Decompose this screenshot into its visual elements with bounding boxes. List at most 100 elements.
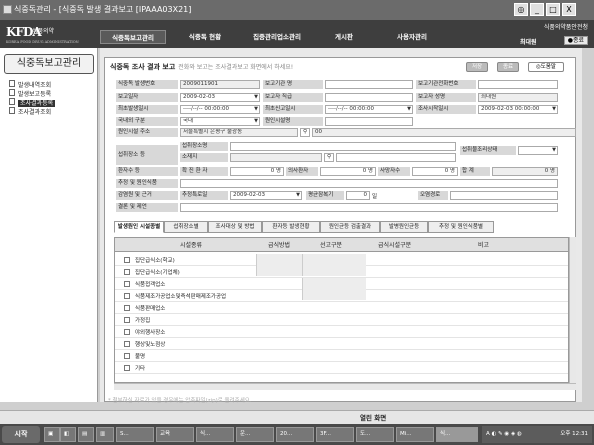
row-checkbox[interactable]	[124, 353, 130, 359]
taskbar-item[interactable]: 식...	[196, 427, 234, 442]
taskbar-item[interactable]: ▣	[44, 427, 60, 442]
help-button[interactable]: ◎도움말	[528, 62, 564, 72]
taskbar-item-active[interactable]: 식...	[436, 427, 478, 442]
search-icon[interactable]: ⚲	[324, 153, 334, 162]
table-row[interactable]: 기타	[115, 362, 568, 374]
table-row[interactable]: 야외행사장소	[115, 326, 568, 338]
est-date-field[interactable]: 2009-02-03	[230, 191, 302, 200]
intake-place-field[interactable]	[230, 142, 456, 151]
reporter-name-field[interactable]: 최대원	[478, 93, 558, 102]
location-detail-field[interactable]	[336, 153, 456, 162]
tab-detection-result[interactable]: 원인균등 검출결과	[320, 221, 380, 233]
total-field: 0 명	[492, 167, 558, 176]
table-row[interactable]: 가정집	[115, 314, 568, 326]
tab-patient-status[interactable]: 환자등 발생현황	[262, 221, 320, 233]
first-report-field[interactable]: ----/--/-- 00:00:00	[325, 105, 413, 114]
label-incubation: 평균잠복기	[306, 191, 344, 200]
sidebar-item-result-register[interactable]: 조사결과등록	[9, 98, 56, 107]
taskbar-item[interactable]: 운...	[236, 427, 274, 442]
agency-phone-field[interactable]	[478, 80, 558, 89]
label-domestic: 국내외 구분	[116, 117, 178, 126]
route-field[interactable]	[450, 191, 558, 200]
row-checkbox[interactable]	[124, 341, 130, 347]
table-row[interactable]: 식품판매업소	[115, 302, 568, 314]
start-button[interactable]: 시작	[2, 426, 40, 443]
taskbar-item[interactable]: 3F...	[316, 427, 354, 442]
taskbar-item[interactable]: Mi...	[396, 427, 434, 442]
confirmed-field[interactable]: 0 명	[230, 167, 284, 176]
table-row[interactable]: 불명	[115, 350, 568, 362]
location-field[interactable]	[230, 153, 322, 162]
conclusion-field[interactable]	[180, 203, 558, 212]
sidebar-item-occurrence-register[interactable]: 발생보고등록	[9, 89, 51, 98]
tab-cause-bacteria[interactable]: 발병원인균등	[380, 221, 428, 233]
taskbar-item[interactable]: ◧	[60, 427, 76, 442]
grid-cell[interactable]	[302, 254, 366, 276]
search-icon[interactable]: ⚲	[300, 128, 310, 137]
domestic-select[interactable]: 국내	[180, 117, 260, 126]
vertical-scrollbar[interactable]	[569, 237, 576, 383]
tray-icons[interactable]: A ◐ ✎ ◉ ◈ ◍	[486, 431, 522, 437]
agency-field[interactable]	[325, 80, 413, 89]
deaths-field[interactable]: 0 명	[412, 167, 458, 176]
grid-cell[interactable]	[302, 278, 366, 300]
suspected-field[interactable]: 0 명	[320, 167, 376, 176]
row-checkbox[interactable]	[124, 305, 130, 311]
taskbar-item[interactable]: ▥	[96, 427, 114, 442]
start-date-field[interactable]: 2009-02-03 00:00:00	[478, 105, 558, 114]
case-no-field[interactable]: 2009011901	[180, 80, 260, 89]
close-window-button[interactable]: X	[562, 3, 576, 16]
minimize-button[interactable]: _	[530, 3, 544, 16]
table-row[interactable]: 행상및노점상	[115, 338, 568, 350]
address-field[interactable]: 서울특별시 은평구 불광동	[180, 128, 298, 137]
grid-cell[interactable]	[256, 254, 302, 276]
taskbar-item[interactable]: 20...	[276, 427, 314, 442]
row-checkbox[interactable]	[124, 317, 130, 323]
window-titlebar: 식중독관리 - [식중독 발생 결과보고 [IPAAA03X21]	[0, 0, 594, 20]
row-checkbox[interactable]	[124, 269, 130, 275]
row-checkbox[interactable]	[124, 365, 130, 371]
cooking-state-select[interactable]	[518, 146, 558, 155]
save-button[interactable]: 저장	[466, 62, 488, 72]
label-first-report: 최초신고일시	[263, 105, 323, 114]
label-total: 합 계	[460, 167, 490, 176]
nav-focus-management[interactable]: 집중관리업소관리	[244, 30, 310, 44]
tab-intake-place[interactable]: 섭취장소별	[164, 221, 208, 233]
label-deaths: 사망자수	[378, 167, 410, 176]
tab-food-cause[interactable]: 추정 및 원인식품별	[428, 221, 494, 233]
label-location: 소재지	[180, 153, 228, 162]
document-icon	[9, 80, 15, 87]
facility-field[interactable]	[325, 117, 413, 126]
taskbar-item[interactable]: 도...	[356, 427, 394, 442]
taskbar-item[interactable]: ▤	[78, 427, 94, 442]
extra-button[interactable]: ◎	[514, 3, 528, 16]
taskbar-item[interactable]: 교육	[156, 427, 194, 442]
label-patients: 환자수 등	[116, 167, 178, 176]
logout-button[interactable]: ●종료	[563, 36, 588, 45]
row-checkbox[interactable]	[124, 329, 130, 335]
row-checkbox[interactable]	[124, 257, 130, 263]
document-icon	[9, 107, 15, 114]
nav-status[interactable]: 식중독 현황	[172, 30, 238, 44]
nav-board[interactable]: 게시판	[316, 30, 372, 44]
reporter-rank-field[interactable]	[325, 93, 413, 102]
document-icon	[9, 89, 15, 96]
row-checkbox[interactable]	[124, 281, 130, 287]
tab-survey-method[interactable]: 조사대상 및 방법	[208, 221, 262, 233]
exit-button[interactable]: 종료	[497, 62, 519, 72]
sidebar-item-occurrence-search[interactable]: 발생내역조회	[9, 80, 51, 89]
row-checkbox[interactable]	[124, 293, 130, 299]
incubation-field[interactable]: 0	[346, 191, 370, 200]
sidebar-item-result-search[interactable]: 조사결과조회	[9, 107, 51, 116]
tab-facility-type[interactable]: 발생원인 시설종별	[114, 221, 164, 233]
horizontal-scrollbar[interactable]	[114, 383, 576, 390]
first-date-field[interactable]: ----/--/-- 00:00:00	[180, 105, 260, 114]
address-detail-field[interactable]: 00	[312, 128, 576, 137]
food-field[interactable]	[180, 179, 558, 188]
report-date-field[interactable]: 2009-02-03	[180, 93, 260, 102]
restore-button[interactable]: □	[546, 3, 560, 16]
col-facility-class: 급식시설구분	[378, 242, 412, 249]
nav-user-management[interactable]: 사용자관리	[380, 30, 444, 44]
taskbar-item[interactable]: S...	[116, 427, 154, 442]
nav-report-management[interactable]: 식중독보고관리	[100, 30, 166, 44]
